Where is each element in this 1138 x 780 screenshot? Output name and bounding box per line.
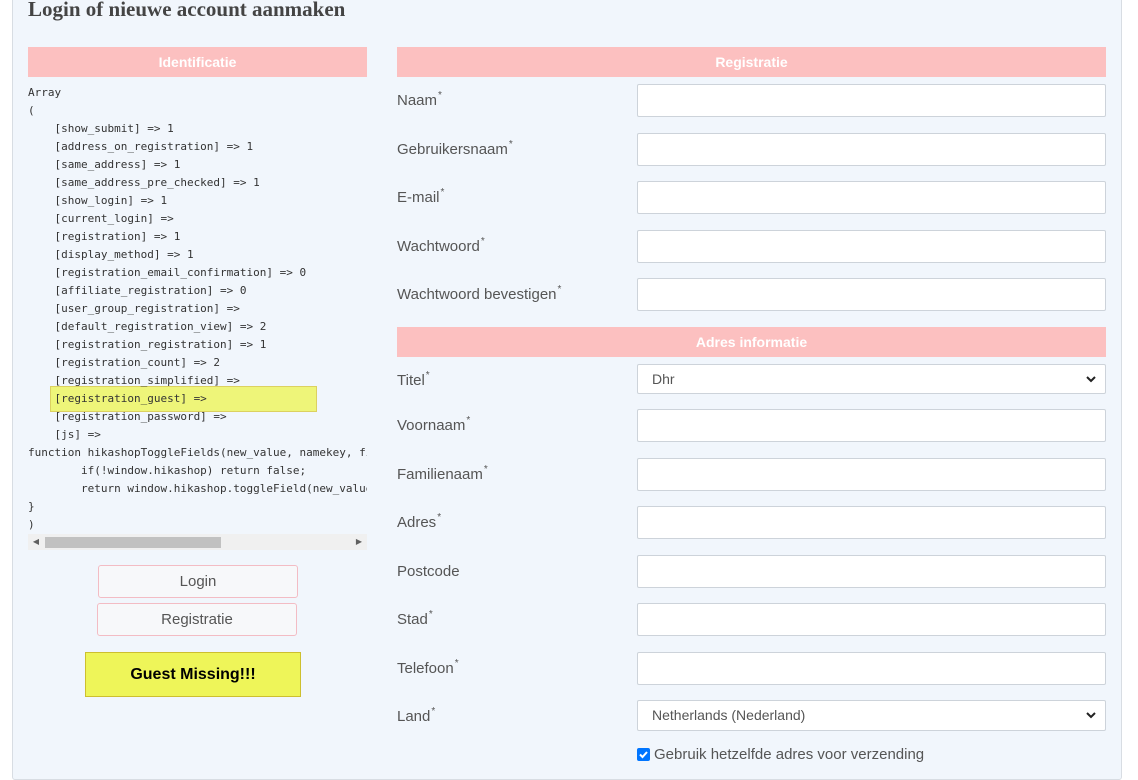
debug-line: ) [28, 518, 35, 531]
adres-informatie-header: Adres informatie [397, 327, 1106, 357]
telefoon-input[interactable] [637, 652, 1106, 685]
debug-line: [address_on_registration] => 1 [28, 140, 254, 153]
titel-selected-value: Dhr [652, 371, 675, 387]
same-address-checkbox[interactable] [637, 748, 650, 761]
same-address-label: Gebruik hetzelfde adres voor verzending [654, 746, 925, 763]
registratie-header: Registratie [397, 47, 1106, 77]
voornaam-input[interactable] [637, 409, 1106, 442]
login-button[interactable]: Login [98, 565, 298, 598]
adres-label: Adres* [397, 512, 442, 531]
chevron-down-icon [1086, 376, 1096, 383]
gebruikersnaam-input[interactable] [637, 133, 1106, 166]
page-title: Login of nieuwe account aanmaken [28, 0, 346, 21]
scrollbar-thumb[interactable] [45, 537, 221, 548]
debug-line: function hikashopToggleFields(new_value,… [28, 446, 367, 459]
familienaam-input[interactable] [637, 458, 1106, 491]
debug-output: Array ( [show_submit] => 1 [address_on_re… [28, 84, 367, 534]
email-input[interactable] [637, 181, 1106, 214]
telefoon-label: Telefoon* [397, 658, 459, 677]
postcode-label: Postcode [397, 563, 460, 580]
postcode-input[interactable] [637, 555, 1106, 588]
identificatie-header: Identificatie [28, 47, 367, 77]
debug-line: [registration_registration] => 1 [28, 338, 267, 351]
debug-line: [registration_guest] => [28, 392, 207, 405]
gebruikersnaam-label: Gebruikersnaam* [397, 139, 513, 158]
debug-line: [same_address] => 1 [28, 158, 181, 171]
debug-line: [same_address_pre_checked] => 1 [28, 176, 260, 189]
wachtwoord-label: Wachtwoord* [397, 236, 485, 255]
guest-missing-annotation: Guest Missing!!! [85, 652, 301, 697]
land-selected-value: Netherlands (Nederland) [652, 707, 806, 723]
debug-line: ( [28, 104, 35, 117]
naam-label: Naam* [397, 90, 442, 109]
debug-horizontal-scrollbar[interactable]: ◀ ▶ [28, 534, 367, 550]
stad-label: Stad* [397, 609, 433, 628]
debug-line: [show_login] => 1 [28, 194, 168, 207]
email-label: E-mail* [397, 187, 445, 206]
debug-line: Array [28, 86, 62, 99]
debug-line: return window.hikashop.toggleField(new_v… [80, 482, 367, 495]
debug-line: [registration_password] => [28, 410, 227, 423]
debug-line: [registration_simplified] => [28, 374, 240, 387]
debug-line: [registration_email_confirmation] => 0 [28, 266, 307, 279]
familienaam-label: Familienaam* [397, 464, 488, 483]
adres-input[interactable] [637, 506, 1106, 539]
land-label: Land* [397, 706, 436, 725]
debug-line: [js] => [28, 428, 101, 441]
debug-line: [registration] => 1 [28, 230, 181, 243]
wachtwoord-bevestigen-label: Wachtwoord bevestigen* [397, 284, 562, 303]
titel-label: Titel* [397, 370, 430, 389]
debug-line: [default_registration_view] => 2 [28, 320, 267, 333]
debug-line: if(!window.hikashop) return false; [28, 464, 307, 477]
debug-line: [registration_count] => 2 [28, 356, 221, 369]
debug-line: [affiliate_registration] => 0 [28, 284, 247, 297]
naam-input[interactable] [637, 84, 1106, 117]
titel-select[interactable]: Dhr [637, 364, 1106, 394]
registratie-button[interactable]: Registratie [97, 603, 297, 636]
scroll-left-icon[interactable]: ◀ [28, 534, 44, 550]
voornaam-label: Voornaam* [397, 415, 471, 434]
debug-line: [display_method] => 1 [28, 248, 194, 261]
stad-input[interactable] [637, 603, 1106, 636]
land-select[interactable]: Netherlands (Nederland) [637, 700, 1106, 731]
checkmark-icon [639, 751, 648, 759]
debug-line: [user_group_registration] => [28, 302, 240, 315]
scroll-right-icon[interactable]: ▶ [351, 534, 367, 550]
debug-line: [current_login] => [28, 212, 174, 225]
debug-line: [show_submit] => 1 [28, 122, 174, 135]
wachtwoord-input[interactable] [637, 230, 1106, 263]
wachtwoord-bevestigen-input[interactable] [637, 278, 1106, 311]
same-address-option[interactable]: Gebruik hetzelfde adres voor verzending [637, 746, 924, 763]
debug-line: } [28, 500, 35, 513]
chevron-down-icon [1086, 712, 1096, 719]
